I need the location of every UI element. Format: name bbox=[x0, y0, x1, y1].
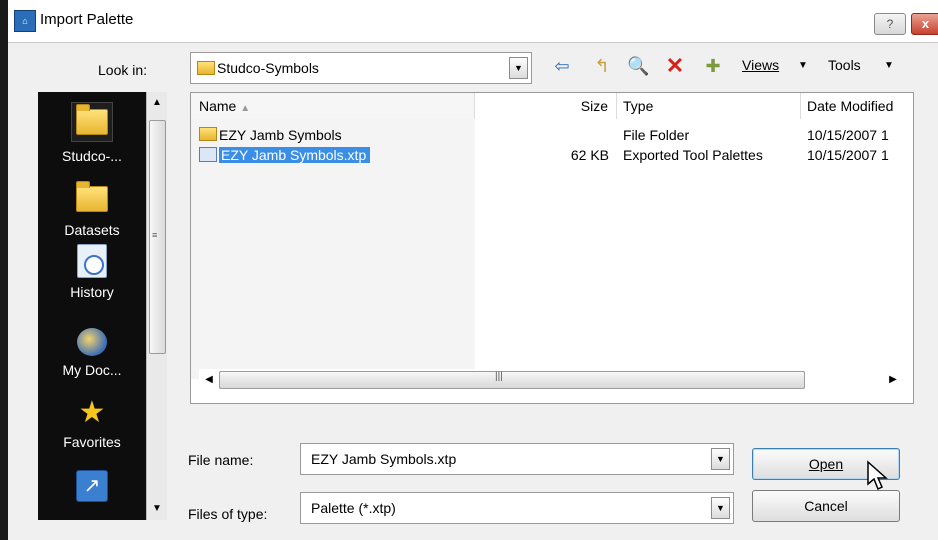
chevron-down-icon[interactable]: ▼ bbox=[509, 57, 528, 79]
file-list-hscrollbar[interactable]: ◀ ||| ▶ bbox=[199, 369, 905, 391]
column-header-type[interactable]: Type bbox=[617, 93, 801, 119]
new-folder-icon[interactable]: ✚ bbox=[702, 55, 724, 77]
my-documents-icon bbox=[77, 328, 107, 356]
chevron-down-icon[interactable]: ▼ bbox=[711, 448, 730, 470]
file-type: File Folder bbox=[623, 127, 690, 143]
help-button[interactable]: ? bbox=[874, 13, 906, 35]
xtp-file-icon bbox=[199, 147, 217, 162]
views-menu[interactable]: Views bbox=[742, 57, 779, 73]
tools-label: Tools bbox=[828, 57, 861, 73]
window-title: Import Palette bbox=[40, 11, 134, 28]
column-header-name[interactable]: Name ▲ bbox=[191, 93, 475, 119]
place-studco[interactable]: Studco-... bbox=[38, 102, 146, 164]
file-type: Exported Tool Palettes bbox=[623, 147, 763, 163]
file-size: 62 KB bbox=[570, 147, 609, 163]
file-type-value: Palette (*.xtp) bbox=[311, 500, 396, 516]
place-my-documents[interactable]: My Doc... bbox=[38, 328, 146, 378]
file-type-select[interactable]: Palette (*.xtp) ▼ bbox=[300, 492, 734, 524]
file-date: 10/15/2007 1 bbox=[807, 127, 889, 143]
folder-icon bbox=[197, 61, 215, 75]
scroll-left-icon[interactable]: ◀ bbox=[201, 371, 217, 389]
place-label: History bbox=[70, 284, 114, 300]
app-icon: ⌂ bbox=[14, 10, 36, 32]
places-bar: Studco-... Datasets History My Doc... ★ … bbox=[38, 92, 146, 520]
file-type-label: Files of type: bbox=[188, 506, 268, 522]
title-bar: ⌂ Import Palette ? x bbox=[8, 0, 938, 43]
folder-icon bbox=[76, 181, 108, 212]
column-name-label: Name bbox=[199, 98, 237, 114]
delete-icon[interactable]: ✕ bbox=[664, 55, 686, 77]
file-name-cell: EZY Jamb Symbols.xtp bbox=[199, 145, 475, 165]
back-icon[interactable]: ⇦ bbox=[551, 55, 573, 77]
places-scrollbar[interactable]: ▲ ≡ ▼ bbox=[146, 92, 167, 520]
chevron-down-icon[interactable]: ▼ bbox=[711, 497, 730, 519]
place-label: Datasets bbox=[64, 222, 120, 238]
column-header-date[interactable]: Date Modified bbox=[801, 93, 913, 119]
scroll-down-icon[interactable]: ▼ bbox=[147, 500, 167, 518]
mouse-cursor-icon bbox=[867, 460, 888, 491]
close-button[interactable]: x bbox=[911, 13, 938, 35]
folder-icon bbox=[76, 104, 108, 135]
place-datasets[interactable]: Datasets bbox=[38, 180, 146, 238]
scroll-thumb[interactable] bbox=[219, 371, 805, 389]
import-palette-dialog: ⌂ Import Palette ? x Look in: Studco-Sym… bbox=[8, 0, 938, 540]
views-label: Views bbox=[742, 57, 780, 73]
place-label: My Doc... bbox=[62, 362, 122, 378]
file-row[interactable]: EZY Jamb Symbols.xtp 62 KB Exported Tool… bbox=[191, 145, 913, 165]
file-name: EZY Jamb Symbols bbox=[219, 127, 342, 143]
file-name-value: EZY Jamb Symbols.xtp bbox=[311, 451, 457, 467]
scroll-right-icon[interactable]: ▶ bbox=[885, 371, 901, 389]
file-name-cell: EZY Jamb Symbols bbox=[199, 125, 475, 145]
history-icon bbox=[77, 244, 107, 278]
file-name: EZY Jamb Symbols.xtp bbox=[219, 147, 371, 163]
place-label: Studco-... bbox=[62, 148, 122, 164]
search-web-icon[interactable]: 🔍 bbox=[627, 55, 649, 77]
favorites-star-icon: ★ bbox=[78, 396, 106, 429]
cancel-button[interactable]: Cancel bbox=[752, 490, 900, 522]
ftp-icon: ↗ bbox=[76, 470, 108, 502]
place-history[interactable]: History bbox=[38, 244, 146, 300]
tools-dropdown-icon[interactable]: ▼ bbox=[884, 60, 894, 71]
place-favorites[interactable]: ★ Favorites bbox=[38, 396, 146, 451]
grip-icon: ||| bbox=[495, 371, 503, 382]
look-in-combo[interactable]: Studco-Symbols ▼ bbox=[190, 52, 532, 84]
file-name-input[interactable]: EZY Jamb Symbols.xtp ▼ bbox=[300, 443, 734, 475]
file-name-label: File name: bbox=[188, 452, 254, 468]
scroll-up-icon[interactable]: ▲ bbox=[147, 94, 167, 112]
file-date: 10/15/2007 1 bbox=[807, 147, 889, 163]
sort-ascending-icon: ▲ bbox=[240, 103, 251, 114]
look-in-label: Look in: bbox=[98, 62, 148, 78]
place-label: Favorites bbox=[63, 434, 121, 450]
tools-menu[interactable]: Tools bbox=[828, 57, 861, 73]
grip-icon: ≡ bbox=[152, 230, 158, 240]
open-label: Open bbox=[808, 456, 844, 472]
place-ftp[interactable]: ↗ bbox=[38, 470, 146, 502]
up-folder-icon[interactable]: ↰ bbox=[591, 55, 613, 77]
column-header-size[interactable]: Size bbox=[475, 93, 617, 119]
look-in-value: Studco-Symbols bbox=[217, 60, 319, 76]
views-dropdown-icon[interactable]: ▼ bbox=[798, 60, 808, 71]
file-row[interactable]: EZY Jamb Symbols File Folder 10/15/2007 … bbox=[191, 125, 913, 145]
folder-icon bbox=[199, 127, 217, 141]
file-list[interactable]: Name ▲ Size Type Date Modified EZY Jamb … bbox=[190, 92, 914, 404]
